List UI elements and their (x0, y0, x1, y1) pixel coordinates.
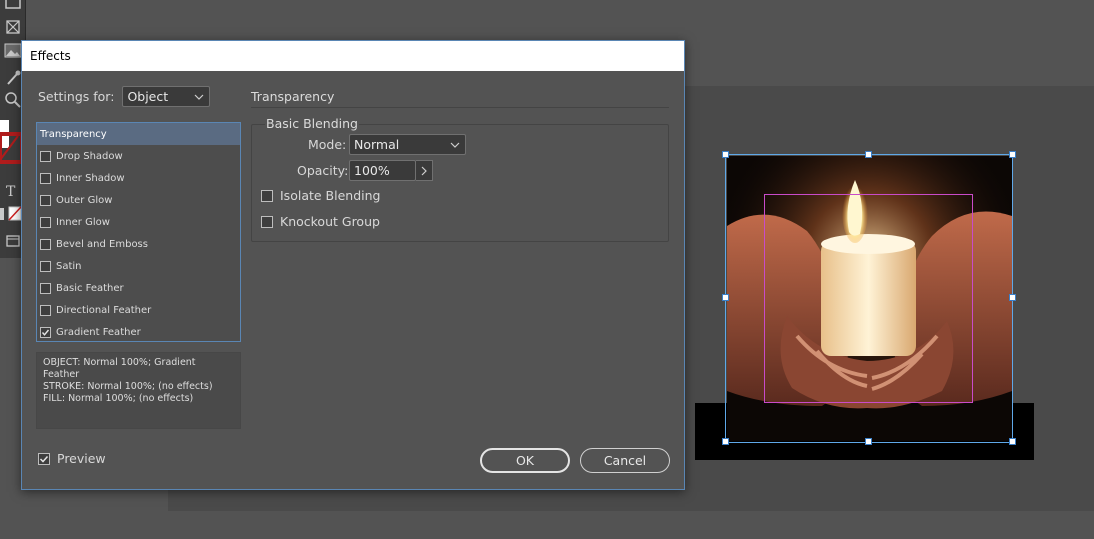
effect-item-satin[interactable]: Satin (37, 255, 240, 277)
preview-row[interactable]: Preview (38, 451, 106, 466)
swatch-icon[interactable] (0, 120, 24, 164)
cancel-button[interactable]: Cancel (580, 448, 670, 473)
mode-select[interactable]: Normal (349, 134, 466, 155)
opacity-value: 100% (354, 163, 390, 178)
effect-checkbox[interactable] (40, 282, 51, 294)
basic-blending-title: Basic Blending (265, 116, 359, 131)
effects-summary: OBJECT: Normal 100%; Gradient Feather ST… (36, 352, 241, 429)
swatch-icon[interactable] (0, 204, 22, 224)
effects-dialog: Effects Settings for: Object Transparenc… (21, 40, 685, 490)
resize-handle[interactable] (1009, 151, 1016, 158)
type-icon[interactable]: T (3, 182, 23, 202)
summary-object: OBJECT: Normal 100%; Gradient Feather (43, 357, 196, 380)
opacity-input[interactable]: 100% (349, 160, 416, 181)
selection-bounding-box[interactable] (725, 154, 1013, 443)
effect-checkbox[interactable] (40, 326, 51, 338)
settings-for-row: Settings for: Object (38, 86, 211, 107)
effect-label: Drop Shadow (56, 150, 123, 162)
effect-item-bevel-emboss[interactable]: Bevel and Emboss (37, 233, 240, 255)
ok-button[interactable]: OK (480, 448, 570, 473)
dialog-title: Effects (22, 41, 684, 71)
knockout-group-label: Knockout Group (280, 214, 380, 229)
isolate-blending-checkbox[interactable] (261, 189, 273, 202)
settings-for-select[interactable]: Object (122, 86, 211, 107)
chevron-right-icon (421, 166, 427, 175)
resize-handle[interactable] (865, 438, 872, 445)
mode-row: Mode: Normal (308, 134, 466, 155)
isolate-blending-row[interactable]: Isolate Blending (261, 188, 380, 203)
effect-item-directional-feather[interactable]: Directional Feather (37, 299, 240, 321)
effect-label: Gradient Feather (56, 326, 141, 338)
eyedropper-icon[interactable] (3, 68, 23, 88)
checkmark-icon (39, 455, 49, 463)
preview-label: Preview (57, 451, 106, 466)
chevron-down-icon (194, 88, 204, 113)
resize-handle[interactable] (865, 151, 872, 158)
effect-label: Basic Feather (56, 282, 124, 294)
resize-handle[interactable] (722, 151, 729, 158)
effect-item-drop-shadow[interactable]: Drop Shadow (37, 145, 240, 167)
frame-tool-icon[interactable] (3, 17, 23, 37)
section-title: Transparency (251, 89, 335, 104)
place-image-icon[interactable] (3, 41, 23, 61)
resize-handle[interactable] (1009, 294, 1016, 301)
opacity-row: Opacity: 100% (297, 160, 433, 181)
effect-label: Directional Feather (56, 304, 152, 316)
section-divider (251, 107, 669, 108)
knockout-group-checkbox[interactable] (261, 215, 273, 228)
opacity-slider-button[interactable] (416, 160, 433, 181)
preview-checkbox[interactable] (38, 452, 50, 465)
effect-checkbox[interactable] (40, 172, 51, 184)
effect-label: Inner Shadow (56, 172, 125, 184)
checkmark-icon (41, 329, 50, 336)
effect-label: Bevel and Emboss (56, 238, 148, 250)
summary-fill: FILL: Normal 100%; (no effects) (43, 393, 194, 404)
resize-handle[interactable] (722, 294, 729, 301)
svg-text:T: T (6, 184, 16, 200)
effect-item-outer-glow[interactable]: Outer Glow (37, 189, 240, 211)
settings-for-label: Settings for: (38, 89, 115, 104)
mode-value: Normal (354, 137, 400, 152)
effect-label: Inner Glow (56, 216, 110, 228)
summary-stroke: STROKE: Normal 100%; (no effects) (43, 381, 213, 392)
effect-label: Transparency (40, 128, 107, 140)
effect-item-inner-shadow[interactable]: Inner Shadow (37, 167, 240, 189)
effect-item-basic-feather[interactable]: Basic Feather (37, 277, 240, 299)
effect-item-gradient-feather[interactable]: Gradient Feather (37, 321, 240, 343)
effect-item-transparency[interactable]: Transparency (37, 123, 240, 145)
effect-checkbox[interactable] (40, 304, 51, 316)
knockout-group-row[interactable]: Knockout Group (261, 214, 380, 229)
effect-checkbox[interactable] (40, 194, 51, 206)
effect-label: Satin (56, 260, 82, 272)
chevron-down-icon (450, 136, 460, 161)
effect-checkbox[interactable] (40, 260, 51, 272)
resize-handle[interactable] (1009, 438, 1016, 445)
screen-mode-icon[interactable] (3, 232, 23, 252)
effect-item-inner-glow[interactable]: Inner Glow (37, 211, 240, 233)
isolate-blending-label: Isolate Blending (280, 188, 381, 203)
effect-label: Outer Glow (56, 194, 113, 206)
zoom-icon[interactable] (3, 90, 23, 110)
effect-checkbox[interactable] (40, 150, 51, 162)
opacity-label: Opacity: (297, 163, 349, 178)
settings-for-value: Object (127, 89, 169, 104)
effects-list: Transparency Drop Shadow Inner Shadow Ou… (36, 122, 241, 342)
resize-handle[interactable] (722, 438, 729, 445)
effect-checkbox[interactable] (40, 216, 51, 228)
effect-checkbox[interactable] (40, 238, 51, 250)
mode-label: Mode: (308, 137, 347, 152)
